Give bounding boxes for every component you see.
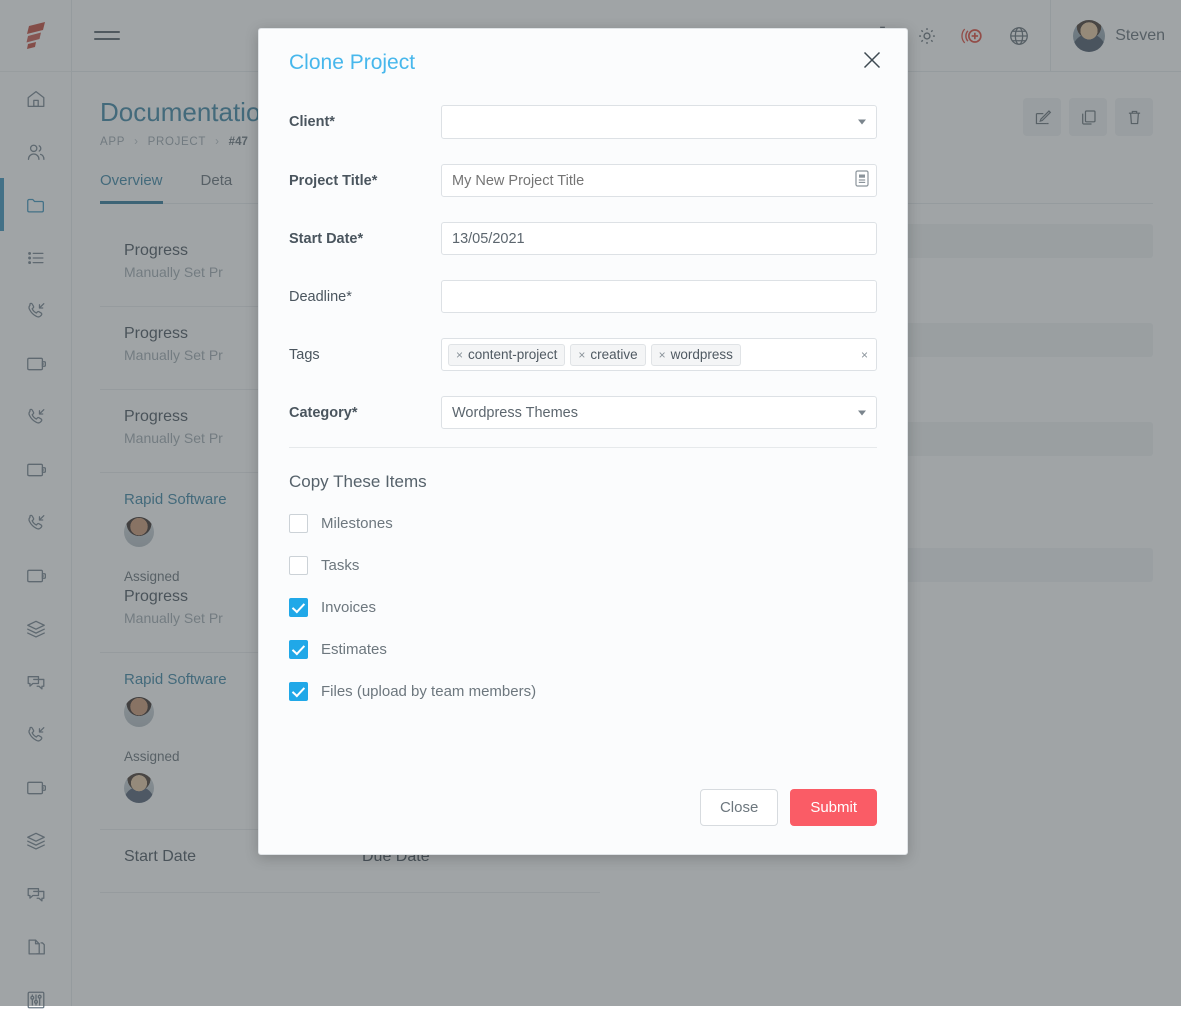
client-select[interactable] (441, 105, 877, 139)
field-tags: Tags × content-project × creative × wordpress… (289, 338, 877, 371)
checkbox[interactable] (289, 514, 308, 533)
tag-chip[interactable]: × creative (570, 344, 645, 366)
checkbox-label: Files (upload by team members) (321, 683, 536, 700)
tag-label: wordpress (671, 347, 733, 362)
submit-button[interactable]: Submit (790, 789, 877, 826)
tag-label: creative (590, 347, 637, 362)
close-button[interactable]: Close (700, 789, 778, 826)
copy-item-row[interactable]: Estimates (289, 640, 877, 659)
field-client: Client* (289, 105, 877, 139)
start-date-input[interactable]: 13/05/2021 (441, 222, 877, 255)
start-date-label: Start Date* (289, 231, 441, 247)
client-label: Client* (289, 114, 441, 130)
category-label: Category* (289, 405, 441, 421)
tag-chip[interactable]: × content-project (448, 344, 565, 366)
checkbox-label: Invoices (321, 599, 376, 616)
checkbox[interactable] (289, 640, 308, 659)
field-deadline: Deadline* (289, 280, 877, 313)
tags-label: Tags (289, 347, 441, 363)
checkbox[interactable] (289, 682, 308, 701)
checkbox-label: Tasks (321, 557, 359, 574)
tags-input[interactable]: × content-project × creative × wordpress × (441, 338, 877, 371)
copy-item-row[interactable]: Invoices (289, 598, 877, 617)
field-start-date: Start Date* 13/05/2021 (289, 222, 877, 255)
copy-item-row[interactable]: Tasks (289, 556, 877, 575)
project-title-input[interactable] (441, 164, 877, 197)
copy-item-row[interactable]: Files (upload by team members) (289, 682, 877, 701)
deadline-input[interactable] (441, 280, 877, 313)
project-title-label: Project Title* (289, 173, 441, 189)
section-divider (289, 447, 877, 448)
copy-item-row[interactable]: Milestones (289, 514, 877, 533)
deadline-label: Deadline* (289, 289, 441, 305)
tag-chip[interactable]: × wordpress (651, 344, 741, 366)
category-select[interactable]: Wordpress Themes (441, 396, 877, 429)
checkbox-label: Milestones (321, 515, 393, 532)
dialog-title: Clone Project (289, 51, 881, 75)
tag-label: content-project (468, 347, 557, 362)
clone-project-dialog: Clone Project Client* Project Title* (258, 28, 908, 855)
field-category: Category* Wordpress Themes (289, 396, 877, 429)
copy-items-title: Copy These Items (289, 472, 877, 492)
remove-tag-icon[interactable]: × (456, 349, 463, 361)
field-project-title: Project Title* (289, 164, 877, 197)
clear-all-tags-icon[interactable]: × (861, 348, 868, 362)
remove-tag-icon[interactable]: × (578, 349, 585, 361)
remove-tag-icon[interactable]: × (659, 349, 666, 361)
checkbox[interactable] (289, 556, 308, 575)
text-format-icon[interactable] (855, 170, 869, 192)
checkbox-label: Estimates (321, 641, 387, 658)
checkbox[interactable] (289, 598, 308, 617)
close-icon[interactable] (859, 47, 885, 73)
